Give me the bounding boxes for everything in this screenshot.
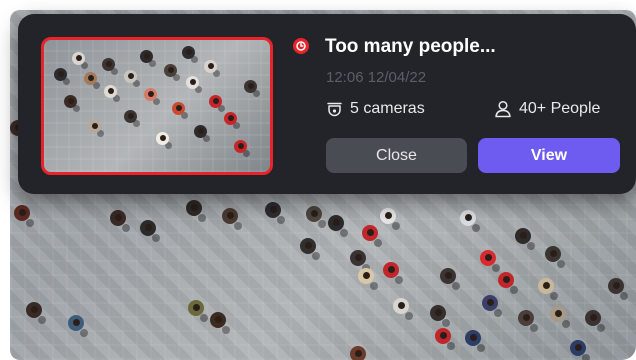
background-person	[480, 250, 496, 266]
close-button[interactable]: Close	[326, 138, 467, 173]
snapshot-person	[244, 80, 257, 93]
background-person	[188, 300, 204, 316]
snapshot-person	[224, 112, 237, 125]
background-person	[265, 202, 281, 218]
background-person	[300, 238, 316, 254]
snapshot-person	[156, 132, 169, 145]
background-person	[358, 268, 374, 284]
background-person	[430, 305, 446, 321]
background-person	[68, 315, 84, 331]
snapshot-person	[124, 70, 137, 83]
background-person	[518, 310, 534, 326]
background-person	[306, 206, 322, 222]
clock-alert-icon	[293, 38, 309, 54]
notification-timestamp: 12:06 12/04/22	[326, 69, 427, 86]
background-person	[110, 210, 126, 226]
background-person	[328, 215, 344, 231]
background-person	[380, 208, 396, 224]
background-person	[14, 205, 30, 221]
background-person	[440, 268, 456, 284]
background-person	[393, 298, 409, 314]
snapshot-person	[182, 46, 195, 59]
snapshot-person	[209, 95, 222, 108]
people-count-label: 40+ People	[519, 100, 601, 117]
person-icon	[495, 100, 511, 118]
background-person	[545, 246, 561, 262]
camera-icon	[327, 102, 342, 116]
snapshot-person	[72, 52, 85, 65]
background-person	[186, 200, 202, 216]
background-person	[465, 330, 481, 346]
background-person	[585, 310, 601, 326]
background-person	[570, 340, 586, 356]
snapshot-person	[172, 102, 185, 115]
snapshot-person	[104, 85, 117, 98]
background-person	[435, 328, 451, 344]
background-person	[26, 302, 42, 318]
notification-card: Too many people... 12:06 12/04/22 5 came…	[18, 14, 636, 194]
background-person	[383, 262, 399, 278]
background-person	[350, 346, 366, 360]
snapshot-person	[84, 72, 97, 85]
background-person	[515, 228, 531, 244]
snapshot-person	[194, 125, 207, 138]
background-person	[350, 250, 366, 266]
snapshot-person	[54, 68, 67, 81]
snapshot-person	[124, 110, 137, 123]
view-button[interactable]: View	[478, 138, 620, 173]
camera-count-label: 5 cameras	[350, 100, 425, 117]
app-frame: Too many people... 12:06 12/04/22 5 came…	[0, 0, 636, 360]
snapshot-person	[164, 64, 177, 77]
background-person	[362, 225, 378, 241]
snapshot-person	[186, 76, 199, 89]
camera-snapshot-thumbnail[interactable]	[41, 37, 273, 175]
snapshot-person	[234, 140, 247, 153]
snapshot-person	[140, 50, 153, 63]
background-person	[482, 295, 498, 311]
people-count: 40+ People	[494, 100, 600, 118]
background-person	[608, 278, 624, 294]
background-person	[140, 220, 156, 236]
notification-title: Too many people...	[325, 36, 496, 57]
background-person	[460, 210, 476, 226]
background-person	[210, 312, 226, 328]
snapshot-person	[102, 58, 115, 71]
snapshot-person	[88, 120, 101, 133]
snapshot-person	[64, 95, 77, 108]
background-person	[222, 208, 238, 224]
background-person	[550, 306, 566, 322]
camera-count: 5 cameras	[326, 100, 425, 118]
snapshot-person	[144, 88, 157, 101]
background-person	[538, 278, 554, 294]
snapshot-person	[204, 60, 217, 73]
background-person	[498, 272, 514, 288]
